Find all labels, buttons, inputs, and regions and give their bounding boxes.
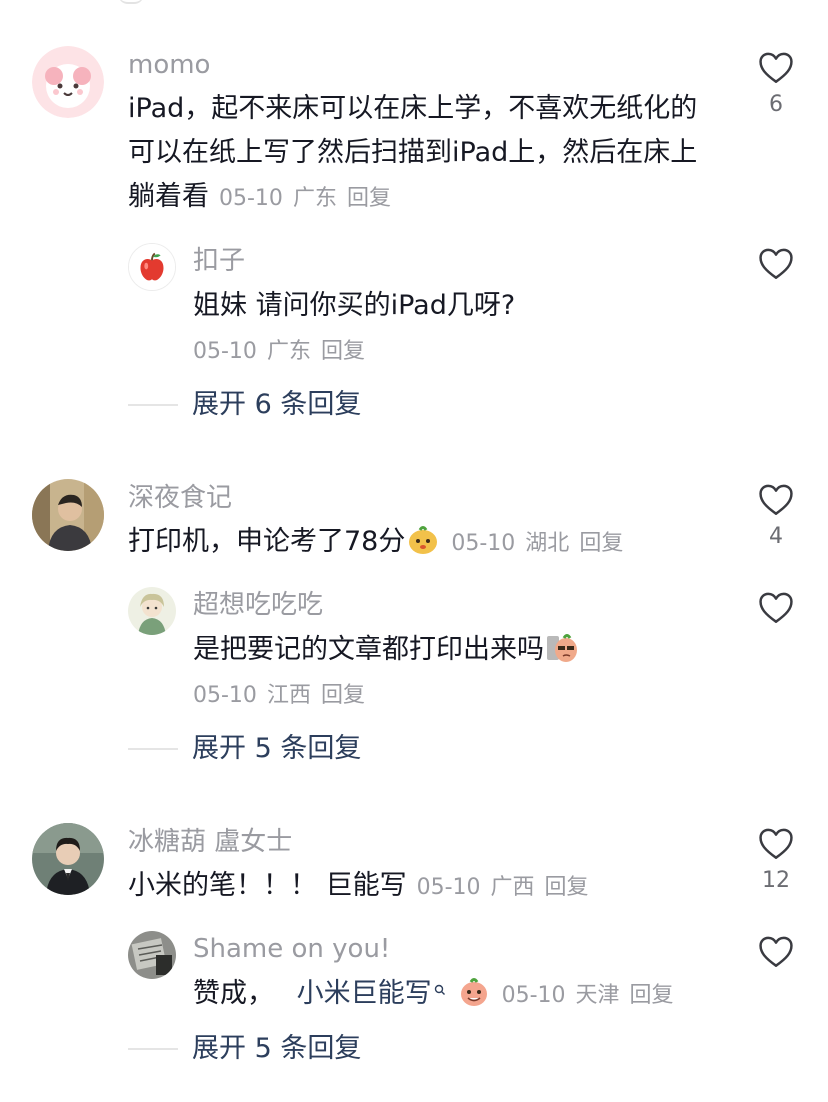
- like-count: 4: [769, 524, 783, 549]
- comment-username[interactable]: 深夜食记: [128, 482, 232, 514]
- expand-replies-button[interactable]: 展开 6 条回复: [128, 388, 361, 422]
- like-button[interactable]: 4: [752, 482, 800, 550]
- heart-icon: [759, 936, 793, 967]
- comment-meta: 05-10 广东 回复: [219, 186, 391, 211]
- reply-button[interactable]: 回复: [321, 683, 365, 708]
- reply-username[interactable]: 超想吃吃吃: [193, 589, 323, 621]
- like-button[interactable]: [752, 934, 800, 968]
- divider: [128, 404, 178, 406]
- comment-meta: 05-10 广西 回复: [416, 875, 589, 900]
- reply-button[interactable]: 回复: [579, 531, 623, 556]
- divider: [128, 748, 178, 750]
- apple-icon: [129, 244, 175, 290]
- reply-username[interactable]: 扣子: [193, 245, 245, 277]
- heart-icon: [759, 828, 793, 859]
- search-icon: [434, 984, 445, 995]
- expand-replies-button[interactable]: 展开 5 条回复: [128, 1032, 361, 1066]
- avatar[interactable]: [128, 587, 176, 635]
- reply-text: 姐妹 请问你买的iPad几呀?: [193, 290, 516, 321]
- reply-button[interactable]: 回复: [347, 186, 391, 211]
- comment-username[interactable]: 冰糖葫 盧女士: [128, 826, 292, 858]
- avatar[interactable]: [128, 243, 176, 291]
- heart-icon: [759, 248, 793, 279]
- reply-button[interactable]: 回复: [630, 983, 674, 1008]
- like-button[interactable]: 12: [752, 826, 800, 894]
- heart-icon: [759, 484, 793, 515]
- avatar[interactable]: [32, 46, 104, 118]
- avatar[interactable]: [32, 479, 104, 551]
- avatar-image: [128, 931, 176, 979]
- comment-meta: 05-10 湖北 回复: [451, 531, 624, 556]
- like-button[interactable]: 6: [752, 50, 800, 118]
- avatar-image: [32, 823, 104, 895]
- reply-button[interactable]: 回复: [545, 875, 589, 900]
- like-count: 6: [769, 92, 783, 117]
- divider: [128, 1048, 178, 1050]
- like-button[interactable]: [752, 246, 800, 280]
- mention-link[interactable]: 小米巨能写: [297, 978, 432, 1009]
- reply-meta: 05-10 广东 回复: [193, 339, 365, 364]
- comment-text: 小米的笔！！！ 巨能写 05-10 广西 回复: [128, 870, 589, 901]
- avatar-image: [32, 46, 104, 118]
- comment-text: 打印机，申论考了78分 05-10 湖北 回复: [128, 524, 624, 557]
- reply-text: 赞成， 小米巨能写 05-10 天津 回复: [193, 976, 674, 1009]
- avatar-image: [128, 587, 176, 635]
- reply-button[interactable]: 回复: [321, 339, 365, 364]
- like-button[interactable]: [752, 590, 800, 624]
- avatar[interactable]: [128, 931, 176, 979]
- reply-text: 是把要记的文章都打印出来吗: [193, 628, 713, 672]
- reply-username[interactable]: Shame on you!: [193, 933, 390, 965]
- heart-icon: [759, 592, 793, 623]
- emoji-icon: [546, 632, 578, 664]
- emoji-icon: [458, 976, 490, 1008]
- like-count: 12: [762, 868, 790, 893]
- avatar-image: [32, 479, 104, 551]
- avatar[interactable]: [32, 823, 104, 895]
- emoji-icon: [407, 524, 439, 556]
- reply-meta: 05-10 天津 回复: [501, 983, 674, 1008]
- heart-icon: [759, 52, 793, 83]
- previous-content-fragment: [118, 0, 144, 4]
- reply-meta: 05-10 江西 回复: [193, 683, 365, 708]
- comment-text: iPad，起不来床可以在床上学，不喜欢无纸化的可以在纸上写了然后扫描到iPad上…: [128, 93, 698, 212]
- expand-replies-button[interactable]: 展开 5 条回复: [128, 732, 361, 766]
- comment-username[interactable]: momo: [128, 49, 210, 81]
